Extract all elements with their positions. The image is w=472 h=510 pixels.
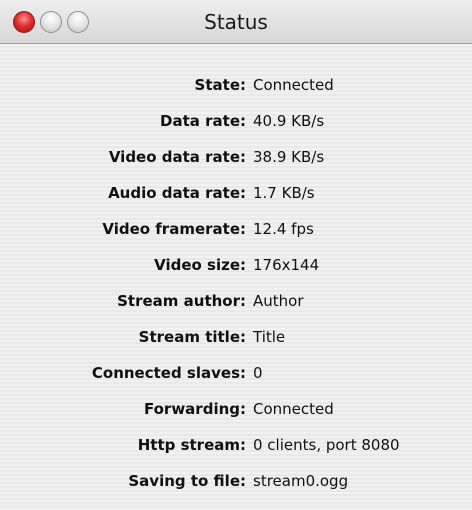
video-framerate-value: 12.4 fps [253, 220, 314, 238]
saving-to-file-value: stream0.ogg [253, 472, 349, 490]
status-row-video-data-rate: Video data rate: 38.9 KB/s [0, 142, 472, 172]
http-stream-label: Http stream: [137, 436, 246, 454]
stream-title-value: Title [253, 328, 286, 346]
status-row-connected-slaves: Connected slaves: 0 [0, 358, 472, 388]
stream-title-label: Stream title: [138, 328, 246, 346]
audio-data-rate-label: Audio data rate: [108, 184, 246, 202]
window-title: Status [204, 10, 268, 34]
video-framerate-label: Video framerate: [102, 220, 246, 238]
http-stream-value: 0 clients, port 8080 [253, 436, 400, 454]
status-row-stream-author: Stream author: Author [0, 286, 472, 316]
status-row-audio-data-rate: Audio data rate: 1.7 KB/s [0, 178, 472, 208]
saving-to-file-label: Saving to file: [128, 472, 246, 490]
title-bar[interactable]: Status [0, 0, 472, 44]
forwarding-value: Connected [253, 400, 334, 418]
status-row-video-size: Video size: 176x144 [0, 250, 472, 280]
video-data-rate-label: Video data rate: [108, 148, 246, 166]
data-rate-label: Data rate: [160, 112, 246, 130]
state-value: Connected [253, 76, 334, 94]
video-size-value: 176x144 [253, 256, 320, 274]
stream-author-value: Author [253, 292, 304, 310]
status-row-data-rate: Data rate: 40.9 KB/s [0, 106, 472, 136]
status-row-saving-to-file: Saving to file: stream0.ogg [0, 466, 472, 496]
connected-slaves-value: 0 [253, 364, 263, 382]
data-rate-value: 40.9 KB/s [253, 112, 325, 130]
forwarding-label: Forwarding: [143, 400, 246, 418]
status-row-video-framerate: Video framerate: 12.4 fps [0, 214, 472, 244]
video-data-rate-value: 38.9 KB/s [253, 148, 325, 166]
status-row-forwarding: Forwarding: Connected [0, 394, 472, 424]
connected-slaves-label: Connected slaves: [91, 364, 246, 382]
video-size-label: Video size: [154, 256, 246, 274]
stream-author-label: Stream author: [117, 292, 246, 310]
audio-data-rate-value: 1.7 KB/s [253, 184, 315, 202]
status-row-http-stream: Http stream: 0 clients, port 8080 [0, 430, 472, 460]
status-row-stream-title: Stream title: Title [0, 322, 472, 352]
status-window: Status State: Connected Data rate: 40.9 … [0, 0, 472, 510]
status-row-state: State: Connected [0, 70, 472, 100]
state-label: State: [194, 76, 246, 94]
status-panel: State: Connected Data rate: 40.9 KB/s Vi… [0, 44, 472, 510]
